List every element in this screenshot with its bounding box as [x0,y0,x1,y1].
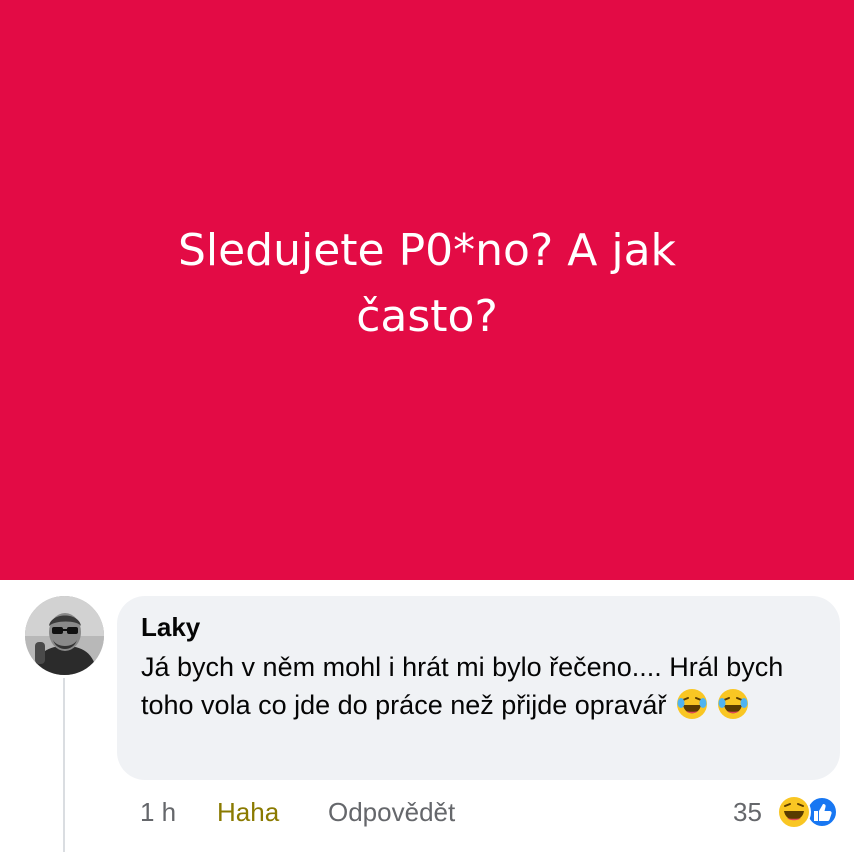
comment-author[interactable]: Laky [141,612,200,643]
comment-body: Já bych v něm mohl i hrát mi bylo řečeno… [141,648,831,730]
laughing-tears-icon [717,688,749,730]
haha-reaction-button[interactable]: Haha [217,792,279,832]
comment-timestamp[interactable]: 1 h [140,792,176,832]
post-banner: Sledujete P0*no? A jak často? [0,0,854,580]
reaction-icons[interactable] [776,794,840,830]
comment-actions: 1 h Haha Odpovědět 35 [0,792,854,832]
avatar[interactable] [25,596,104,675]
laughing-tears-icon [676,688,708,730]
haha-reaction-icon [777,795,811,829]
user-avatar-photo [25,596,104,675]
reaction-count[interactable]: 35 [733,792,762,832]
like-reaction-icon [806,796,838,828]
reply-button[interactable]: Odpovědět [328,792,455,832]
comment-section: Laky Já bych v něm mohl i hrát mi bylo ř… [0,580,854,852]
post-text: Sledujete P0*no? A jak často? [177,225,677,342]
comment-bubble: Laky Já bych v něm mohl i hrát mi bylo ř… [117,596,840,780]
